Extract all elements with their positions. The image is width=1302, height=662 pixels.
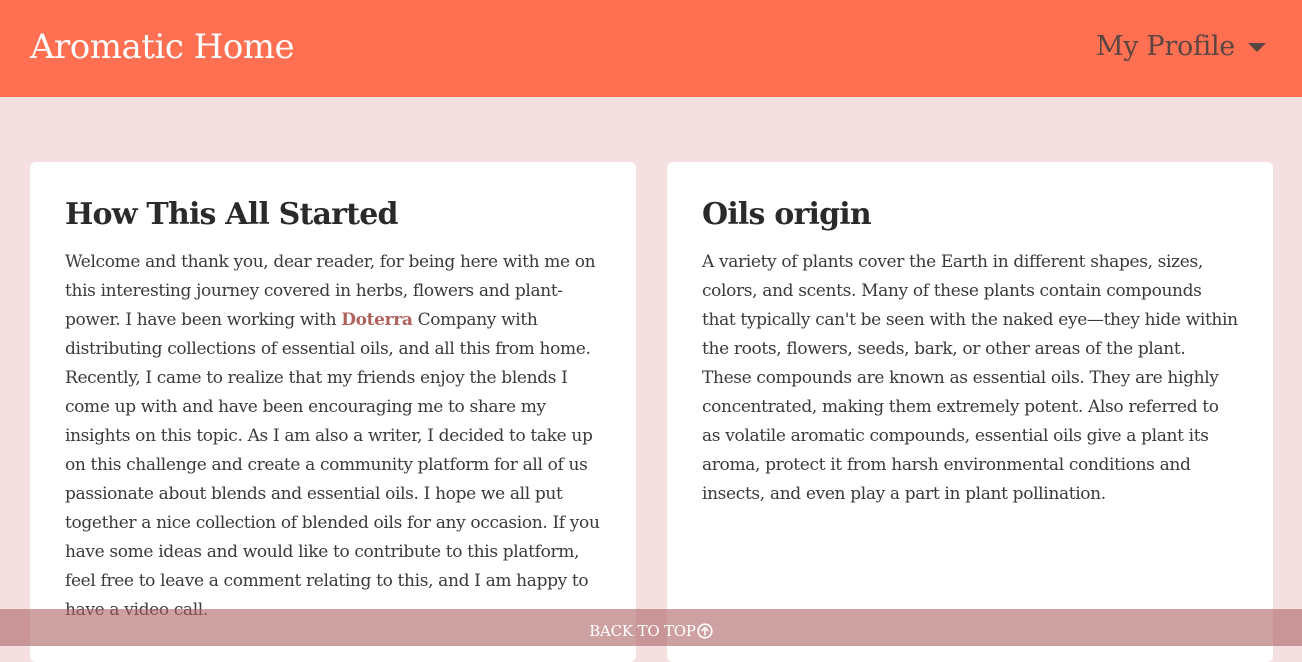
navbar: Aromatic Home My Profile xyxy=(0,0,1302,97)
back-to-top-button[interactable]: BACK TO TOP xyxy=(589,622,713,640)
card-body-text-end: Company with distributing collections of… xyxy=(65,310,600,620)
how-this-all-started-card: How This All Started Welcome and thank y… xyxy=(30,162,636,662)
my-profile-dropdown[interactable]: My Profile xyxy=(1096,28,1266,66)
card-body: A variety of plants cover the Earth in d… xyxy=(702,252,1238,504)
card-title: How This All Started xyxy=(65,197,399,232)
back-to-top-label: BACK TO TOP xyxy=(589,621,696,640)
card-title: Oils origin xyxy=(702,197,872,232)
caret-down-icon xyxy=(1248,42,1266,52)
card-body: Welcome and thank you, dear reader, for … xyxy=(65,248,601,625)
doterra-link[interactable]: Doterra xyxy=(341,310,413,330)
oils-origin-card: Oils origin A variety of plants cover th… xyxy=(667,162,1273,662)
back-to-top-bar: BACK TO TOP xyxy=(0,609,1302,646)
my-profile-label: My Profile xyxy=(1095,31,1235,62)
arrow-up-circle-icon xyxy=(697,622,713,639)
brand-title[interactable]: Aromatic Home xyxy=(30,25,295,69)
